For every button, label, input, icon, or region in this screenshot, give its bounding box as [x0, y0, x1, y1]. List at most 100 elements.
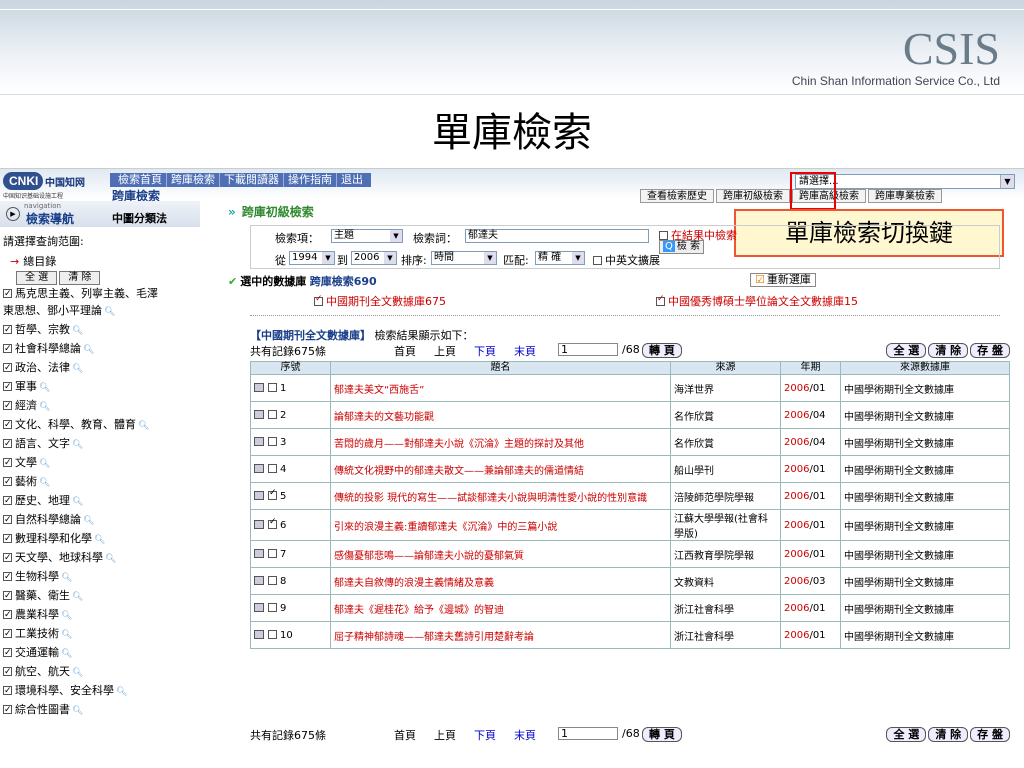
category-item[interactable]: 綜合性圖書🔍︎ — [0, 701, 200, 720]
year-to-select[interactable]: 2006 ▼ — [351, 251, 397, 265]
magnifier-icon[interactable]: 🔍︎ — [61, 630, 72, 640]
row-checkbox[interactable] — [268, 436, 277, 446]
db2-checkbox[interactable] — [656, 294, 665, 306]
document-icon[interactable] — [254, 463, 264, 473]
search-button[interactable]: Q檢 索 — [659, 240, 705, 254]
document-icon[interactable] — [254, 629, 264, 639]
magnifier-icon[interactable]: 🔍︎ — [39, 459, 50, 469]
select-all-results-button[interactable]: 全 選 — [886, 343, 927, 358]
magnifier-icon[interactable]: 🔍︎ — [39, 402, 50, 412]
nav-home[interactable]: 檢索首頁 — [114, 173, 167, 187]
zh-en-option[interactable]: 中英文擴展 — [593, 252, 660, 268]
category-item[interactable]: 藝術🔍︎ — [0, 473, 200, 492]
category-checkbox[interactable] — [3, 569, 12, 586]
category-checkbox[interactable] — [3, 645, 12, 662]
category-item[interactable]: 環境科學、安全科學🔍︎ — [0, 682, 200, 701]
magnifier-icon[interactable]: 🔍︎ — [83, 345, 94, 355]
magnifier-icon[interactable]: 🔍︎ — [72, 592, 83, 602]
category-item[interactable]: 工業技術🔍︎ — [0, 625, 200, 644]
pager-next[interactable]: 下頁 — [474, 727, 496, 743]
row-title[interactable]: 傳統的投影 現代的寫生——試談郁達夫小說與明清性愛小說的性別意識 — [330, 482, 671, 510]
row-checkbox[interactable] — [268, 463, 277, 473]
select-all-button[interactable]: 全 選 — [16, 271, 58, 285]
category-item[interactable]: 馬克思主義、列寧主義、毛澤 — [0, 285, 200, 303]
category-item[interactable]: 軍事🔍︎ — [0, 378, 200, 397]
row-checkbox[interactable] — [268, 409, 277, 419]
row-checkbox[interactable] — [268, 488, 277, 500]
magnifier-icon[interactable]: 🔍︎ — [61, 611, 72, 621]
cnki-logo[interactable]: CNKI 中国知网 中国知识基础设施工程 — [3, 172, 107, 200]
select-all-results-button[interactable]: 全 選 — [886, 727, 927, 742]
magnifier-icon[interactable]: 🔍︎ — [72, 706, 83, 716]
category-item[interactable]: 天文學、地球科學🔍︎ — [0, 549, 200, 568]
magnifier-icon[interactable]: 🔍︎ — [116, 687, 127, 697]
category-checkbox[interactable] — [3, 455, 12, 472]
row-checkbox[interactable] — [268, 602, 277, 612]
row-checkbox[interactable] — [268, 629, 277, 639]
category-item[interactable]: 生物科學🔍︎ — [0, 568, 200, 587]
document-icon[interactable] — [254, 548, 264, 558]
year-from-select[interactable]: 1994 ▼ — [289, 251, 335, 265]
document-icon[interactable] — [254, 409, 264, 419]
category-item[interactable]: 文學🔍︎ — [0, 454, 200, 473]
document-icon[interactable] — [254, 519, 264, 529]
row-title[interactable]: 郁達夫自敘傳的浪漫主義情緒及意義 — [330, 567, 671, 595]
category-checkbox[interactable] — [3, 664, 12, 681]
category-checkbox[interactable] — [3, 398, 12, 415]
go-page-button[interactable]: 轉 頁 — [642, 727, 682, 742]
magnifier-icon[interactable]: 🔍︎ — [39, 383, 50, 393]
category-checkbox[interactable] — [3, 417, 12, 434]
category-checkbox[interactable] — [3, 531, 12, 548]
row-title[interactable]: 感傷憂郁悲鳴——論郁達夫小說的憂郁氣質 — [330, 540, 671, 568]
category-checkbox[interactable] — [3, 550, 12, 567]
category-item[interactable]: 語言、文字🔍︎ — [0, 435, 200, 454]
db1-option[interactable]: 中國期刊全文數據庫675 — [314, 293, 446, 309]
category-item[interactable]: 自然科學總論🔍︎ — [0, 511, 200, 530]
category-item[interactable]: 農業科學🔍︎ — [0, 606, 200, 625]
magnifier-icon[interactable]: 🔍︎ — [105, 554, 116, 564]
category-checkbox[interactable] — [3, 512, 12, 529]
magnifier-icon[interactable]: 🔍︎ — [83, 516, 94, 526]
save-results-button[interactable]: 存 盤 — [970, 727, 1010, 742]
in-result-checkbox[interactable] — [659, 231, 668, 240]
magnifier-icon[interactable]: 🔍︎ — [72, 668, 83, 678]
row-title[interactable]: 引來的浪漫主義:重讀郁達夫《沉淪》中的三篇小說 — [330, 509, 671, 541]
category-checkbox[interactable] — [3, 341, 12, 358]
row-title[interactable]: 郁達夫《遲桂花》給予《邊城》的智迪 — [330, 594, 671, 622]
magnifier-icon[interactable]: 🔍︎ — [72, 497, 83, 507]
clear-results-button[interactable]: 清 除 — [928, 343, 969, 358]
magnifier-icon[interactable]: 🔍︎ — [138, 421, 149, 431]
category-item[interactable]: 數理科學和化學🔍︎ — [0, 530, 200, 549]
document-icon[interactable] — [254, 575, 264, 585]
category-checkbox[interactable] — [3, 379, 12, 396]
category-item[interactable]: 歷史、地理🔍︎ — [0, 492, 200, 511]
magnifier-icon[interactable]: 🔍︎ — [72, 364, 83, 374]
clear-results-button[interactable]: 清 除 — [928, 727, 969, 742]
category-checkbox[interactable] — [3, 360, 12, 377]
row-title[interactable]: 論郁達夫的文藝功能觀 — [330, 401, 671, 429]
row-title[interactable]: 屈子精神郁詩魂——郁達夫舊詩引用楚辭考論 — [330, 621, 671, 649]
magnifier-icon[interactable]: 🔍︎ — [61, 649, 72, 659]
magnifier-icon[interactable]: 🔍︎ — [72, 326, 83, 336]
category-item[interactable]: 文化、科學、教育、體育🔍︎ — [0, 416, 200, 435]
play-icon[interactable]: ▶ — [6, 207, 20, 221]
category-item[interactable]: 交通運輸🔍︎ — [0, 644, 200, 663]
all-directory[interactable]: → 總目錄 — [0, 251, 200, 269]
pager-next[interactable]: 下頁 — [474, 343, 496, 359]
category-checkbox[interactable] — [3, 286, 12, 303]
zh-en-checkbox[interactable] — [593, 256, 602, 265]
category-checkbox[interactable] — [3, 474, 12, 491]
category-checkbox[interactable] — [3, 626, 12, 643]
field-select[interactable]: 主題 ▼ — [331, 229, 403, 243]
term-input[interactable]: 郁達夫 — [465, 229, 649, 243]
category-item[interactable]: 政治、法律🔍︎ — [0, 359, 200, 378]
pager-last[interactable]: 末頁 — [514, 343, 536, 359]
category-checkbox[interactable] — [3, 322, 12, 339]
category-item[interactable]: 社會科學總論🔍︎ — [0, 340, 200, 359]
category-item[interactable]: 航空、航天🔍︎ — [0, 663, 200, 682]
row-title[interactable]: 傳統文化視野中的郁達夫散文——兼論郁達夫的儒道情結 — [330, 455, 671, 483]
document-icon[interactable] — [254, 382, 264, 392]
pager-first[interactable]: 首頁 — [394, 343, 416, 359]
row-checkbox[interactable] — [268, 382, 277, 392]
category-item[interactable]: 哲學、宗教🔍︎ — [0, 321, 200, 340]
